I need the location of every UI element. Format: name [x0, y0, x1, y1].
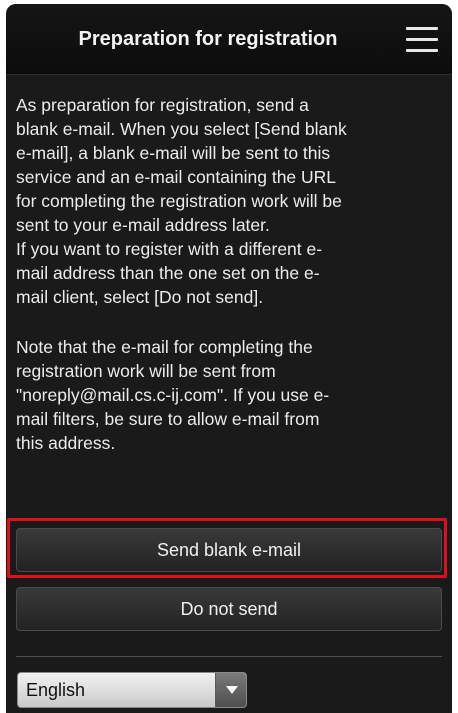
screen: Preparation for registration As preparat…	[0, 0, 458, 713]
page-title: Preparation for registration	[78, 28, 338, 50]
instructions-paragraph: As preparation for registration, send a …	[16, 95, 347, 307]
divider	[16, 656, 442, 657]
language-select-value: English	[26, 680, 86, 700]
chevron-down-icon	[215, 673, 246, 707]
menu-icon-bar	[406, 49, 438, 52]
app-frame: Preparation for registration As preparat…	[6, 4, 452, 713]
header-bar: Preparation for registration	[6, 4, 452, 75]
language-select[interactable]: English	[17, 672, 247, 708]
note-paragraph: Note that the e-mail for completing the …	[16, 337, 330, 453]
send-blank-email-button[interactable]: Send blank e-mail	[16, 528, 442, 572]
menu-icon-bar	[406, 27, 438, 30]
menu-icon-bar	[406, 38, 438, 41]
do-not-send-button[interactable]: Do not send	[16, 587, 442, 631]
hamburger-menu-icon[interactable]	[404, 25, 442, 55]
